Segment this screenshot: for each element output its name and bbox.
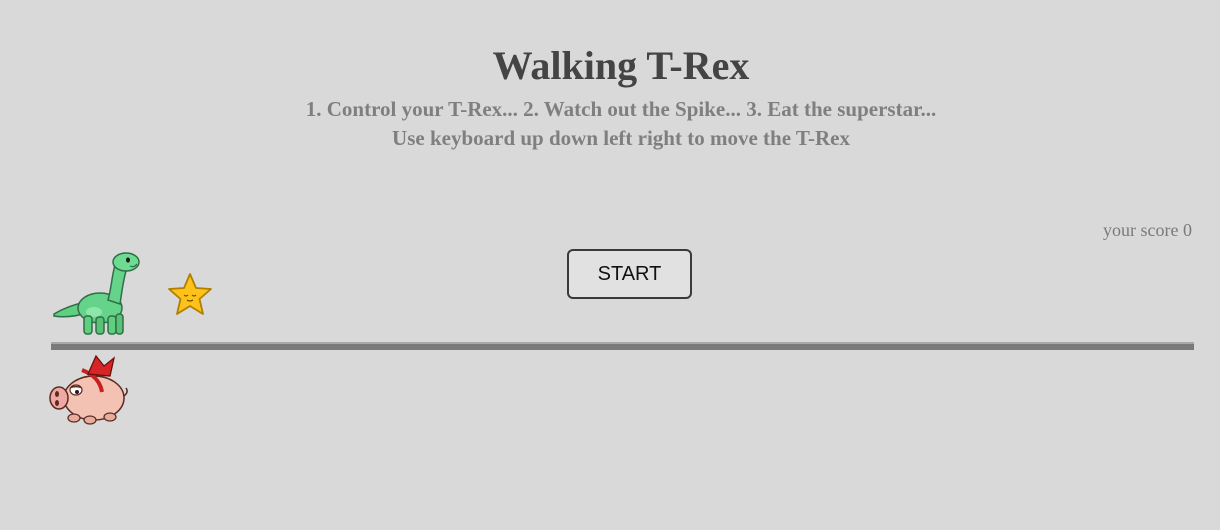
game-title: Walking T-Rex xyxy=(492,43,750,88)
instructions-line-2: Use keyboard up down left right to move … xyxy=(392,126,850,150)
star-sprite xyxy=(168,273,212,315)
score-display: your score 0 xyxy=(1103,220,1192,240)
start-button[interactable]: START xyxy=(567,249,692,299)
game-page: Walking T-Rex 1. Control your T-Rex... 2… xyxy=(0,0,1220,530)
ground-line xyxy=(51,342,1194,350)
instructions-line-1: 1. Control your T-Rex... 2. Watch out th… xyxy=(305,97,937,121)
dinosaur-sprite xyxy=(53,252,140,335)
pig-spike-sprite xyxy=(49,354,128,425)
